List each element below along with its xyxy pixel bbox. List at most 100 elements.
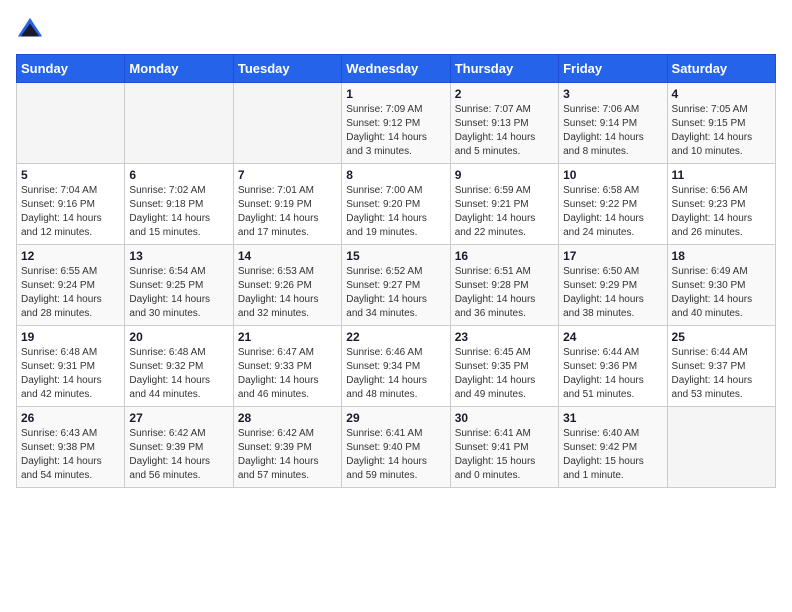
day-number: 30 xyxy=(455,411,554,425)
day-number: 25 xyxy=(672,330,771,344)
day-info: Sunrise: 6:43 AM Sunset: 9:38 PM Dayligh… xyxy=(21,427,120,483)
day-number: 8 xyxy=(346,168,445,182)
day-info: Sunrise: 6:59 AM Sunset: 9:21 PM Dayligh… xyxy=(455,184,554,240)
calendar-cell: 24 Sunrise: 6:44 AM Sunset: 9:36 PM Dayli… xyxy=(559,326,667,407)
calendar-header: SundayMondayTuesdayWednesdayThursdayFrid… xyxy=(17,55,776,83)
day-number: 22 xyxy=(346,330,445,344)
weekday-header: Tuesday xyxy=(233,55,341,83)
calendar-cell: 20 Sunrise: 6:48 AM Sunset: 9:32 PM Dayli… xyxy=(125,326,233,407)
day-info: Sunrise: 6:54 AM Sunset: 9:25 PM Dayligh… xyxy=(129,265,228,321)
day-number: 13 xyxy=(129,249,228,263)
calendar-cell: 10 Sunrise: 6:58 AM Sunset: 9:22 PM Dayli… xyxy=(559,164,667,245)
calendar-cell: 28Sunrise: 6:42 AM Sunset: 9:39 PM Dayli… xyxy=(233,407,341,488)
calendar-cell xyxy=(17,83,125,164)
calendar-cell: 30 Sunrise: 6:41 AM Sunset: 9:41 PM Dayli… xyxy=(450,407,558,488)
calendar-table: SundayMondayTuesdayWednesdayThursdayFrid… xyxy=(16,54,776,488)
day-number: 20 xyxy=(129,330,228,344)
day-info: Sunrise: 6:53 AM Sunset: 9:26 PM Dayligh… xyxy=(238,265,337,321)
calendar-cell: 7 Sunrise: 7:01 AM Sunset: 9:19 PM Daylig… xyxy=(233,164,341,245)
day-number: 23 xyxy=(455,330,554,344)
day-number: 18 xyxy=(672,249,771,263)
day-info: Sunrise: 7:06 AM Sunset: 9:14 PM Dayligh… xyxy=(563,103,662,159)
day-number: 11 xyxy=(672,168,771,182)
weekday-header: Thursday xyxy=(450,55,558,83)
calendar-cell: 22 Sunrise: 6:46 AM Sunset: 9:34 PM Dayli… xyxy=(342,326,450,407)
calendar-week-row: 12Sunrise: 6:55 AM Sunset: 9:24 PM Dayli… xyxy=(17,245,776,326)
day-number: 19 xyxy=(21,330,120,344)
day-info: Sunrise: 6:58 AM Sunset: 9:22 PM Dayligh… xyxy=(563,184,662,240)
day-number: 24 xyxy=(563,330,662,344)
calendar-cell: 29Sunrise: 6:41 AM Sunset: 9:40 PM Dayli… xyxy=(342,407,450,488)
calendar-cell: 3 Sunrise: 7:06 AM Sunset: 9:14 PM Daylig… xyxy=(559,83,667,164)
day-info: Sunrise: 7:05 AM Sunset: 9:15 PM Dayligh… xyxy=(672,103,771,159)
day-info: Sunrise: 7:02 AM Sunset: 9:18 PM Dayligh… xyxy=(129,184,228,240)
day-info: Sunrise: 6:46 AM Sunset: 9:34 PM Dayligh… xyxy=(346,346,445,402)
day-number: 12 xyxy=(21,249,120,263)
day-info: Sunrise: 7:04 AM Sunset: 9:16 PM Dayligh… xyxy=(21,184,120,240)
day-number: 1 xyxy=(346,87,445,101)
calendar-cell: 21 Sunrise: 6:47 AM Sunset: 9:33 PM Dayli… xyxy=(233,326,341,407)
calendar-cell: 12Sunrise: 6:55 AM Sunset: 9:24 PM Dayli… xyxy=(17,245,125,326)
day-info: Sunrise: 6:48 AM Sunset: 9:32 PM Dayligh… xyxy=(129,346,228,402)
day-number: 3 xyxy=(563,87,662,101)
day-number: 7 xyxy=(238,168,337,182)
calendar-cell: 2 Sunrise: 7:07 AM Sunset: 9:13 PM Daylig… xyxy=(450,83,558,164)
page-header xyxy=(16,16,776,44)
weekday-header: Wednesday xyxy=(342,55,450,83)
calendar-cell: 5 Sunrise: 7:04 AM Sunset: 9:16 PM Daylig… xyxy=(17,164,125,245)
logo xyxy=(16,16,48,44)
weekday-header: Monday xyxy=(125,55,233,83)
day-number: 5 xyxy=(21,168,120,182)
day-number: 15 xyxy=(346,249,445,263)
calendar-cell: 19 Sunrise: 6:48 AM Sunset: 9:31 PM Dayli… xyxy=(17,326,125,407)
weekday-header: Friday xyxy=(559,55,667,83)
day-info: Sunrise: 6:56 AM Sunset: 9:23 PM Dayligh… xyxy=(672,184,771,240)
calendar-cell xyxy=(667,407,775,488)
calendar-cell: 13 Sunrise: 6:54 AM Sunset: 9:25 PM Dayli… xyxy=(125,245,233,326)
calendar-cell: 14 Sunrise: 6:53 AM Sunset: 9:26 PM Dayli… xyxy=(233,245,341,326)
day-number: 9 xyxy=(455,168,554,182)
day-number: 10 xyxy=(563,168,662,182)
day-number: 29 xyxy=(346,411,445,425)
day-number: 16 xyxy=(455,249,554,263)
calendar-cell: 31 Sunrise: 6:40 AM Sunset: 9:42 PM Dayli… xyxy=(559,407,667,488)
calendar-cell: 16 Sunrise: 6:51 AM Sunset: 9:28 PM Dayli… xyxy=(450,245,558,326)
day-info: Sunrise: 7:07 AM Sunset: 9:13 PM Dayligh… xyxy=(455,103,554,159)
day-info: Sunrise: 6:41 AM Sunset: 9:41 PM Dayligh… xyxy=(455,427,554,483)
day-number: 2 xyxy=(455,87,554,101)
calendar-week-row: 19 Sunrise: 6:48 AM Sunset: 9:31 PM Dayli… xyxy=(17,326,776,407)
calendar-cell: 26 Sunrise: 6:43 AM Sunset: 9:38 PM Dayli… xyxy=(17,407,125,488)
day-number: 26 xyxy=(21,411,120,425)
calendar-week-row: 5 Sunrise: 7:04 AM Sunset: 9:16 PM Daylig… xyxy=(17,164,776,245)
calendar-cell: 23 Sunrise: 6:45 AM Sunset: 9:35 PM Dayli… xyxy=(450,326,558,407)
day-info: Sunrise: 6:44 AM Sunset: 9:37 PM Dayligh… xyxy=(672,346,771,402)
day-info: Sunrise: 6:40 AM Sunset: 9:42 PM Dayligh… xyxy=(563,427,662,483)
calendar-cell: 11 Sunrise: 6:56 AM Sunset: 9:23 PM Dayli… xyxy=(667,164,775,245)
day-number: 31 xyxy=(563,411,662,425)
calendar-cell xyxy=(233,83,341,164)
day-number: 17 xyxy=(563,249,662,263)
day-info: Sunrise: 6:45 AM Sunset: 9:35 PM Dayligh… xyxy=(455,346,554,402)
weekday-header: Sunday xyxy=(17,55,125,83)
calendar-cell: 25 Sunrise: 6:44 AM Sunset: 9:37 PM Dayli… xyxy=(667,326,775,407)
day-number: 21 xyxy=(238,330,337,344)
day-number: 14 xyxy=(238,249,337,263)
weekday-row: SundayMondayTuesdayWednesdayThursdayFrid… xyxy=(17,55,776,83)
calendar-body: 1Sunrise: 7:09 AM Sunset: 9:12 PM Daylig… xyxy=(17,83,776,488)
day-info: Sunrise: 6:48 AM Sunset: 9:31 PM Dayligh… xyxy=(21,346,120,402)
day-info: Sunrise: 6:51 AM Sunset: 9:28 PM Dayligh… xyxy=(455,265,554,321)
calendar-cell: 1Sunrise: 7:09 AM Sunset: 9:12 PM Daylig… xyxy=(342,83,450,164)
day-info: Sunrise: 6:44 AM Sunset: 9:36 PM Dayligh… xyxy=(563,346,662,402)
day-info: Sunrise: 7:00 AM Sunset: 9:20 PM Dayligh… xyxy=(346,184,445,240)
day-info: Sunrise: 6:52 AM Sunset: 9:27 PM Dayligh… xyxy=(346,265,445,321)
weekday-header: Saturday xyxy=(667,55,775,83)
calendar-cell: 27Sunrise: 6:42 AM Sunset: 9:39 PM Dayli… xyxy=(125,407,233,488)
day-info: Sunrise: 6:47 AM Sunset: 9:33 PM Dayligh… xyxy=(238,346,337,402)
calendar-cell: 15 Sunrise: 6:52 AM Sunset: 9:27 PM Dayli… xyxy=(342,245,450,326)
calendar-cell: 18Sunrise: 6:49 AM Sunset: 9:30 PM Dayli… xyxy=(667,245,775,326)
day-number: 28 xyxy=(238,411,337,425)
calendar-cell: 9 Sunrise: 6:59 AM Sunset: 9:21 PM Daylig… xyxy=(450,164,558,245)
calendar-cell: 6Sunrise: 7:02 AM Sunset: 9:18 PM Daylig… xyxy=(125,164,233,245)
day-info: Sunrise: 7:01 AM Sunset: 9:19 PM Dayligh… xyxy=(238,184,337,240)
calendar-cell xyxy=(125,83,233,164)
